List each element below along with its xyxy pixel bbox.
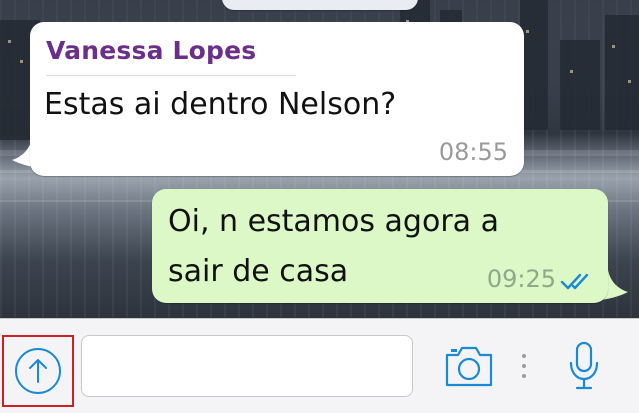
message-input[interactable] [81, 335, 413, 397]
outgoing-message-bubble[interactable]: Oi, n estamos agora a sair de casa 09:25 [152, 189, 608, 303]
outgoing-message-time: 09:25 [486, 265, 556, 293]
previous-message-bubble [222, 0, 418, 10]
camera-icon[interactable] [443, 343, 495, 389]
message-composer-toolbar [0, 318, 639, 413]
incoming-message-bubble[interactable]: Vanessa Lopes Estas ai dentro Nelson? 08… [30, 22, 524, 176]
incoming-message-time: 08:55 [438, 138, 508, 166]
chat-screen: Vanessa Lopes Estas ai dentro Nelson? 08… [0, 0, 639, 413]
more-options-dots-icon [522, 354, 526, 378]
outgoing-message-line-1: Oi, n estamos agora a [168, 204, 499, 239]
outgoing-message-line-2: sair de casa [168, 254, 349, 289]
incoming-message-text: Estas ai dentro Nelson? [44, 87, 397, 122]
microphone-icon[interactable] [566, 341, 602, 391]
double-check-read-icon [560, 273, 589, 290]
share-button[interactable] [2, 335, 74, 407]
upload-arrow-icon [15, 348, 61, 394]
sender-name[interactable]: Vanessa Lopes [46, 36, 256, 65]
sender-divider [46, 75, 296, 76]
